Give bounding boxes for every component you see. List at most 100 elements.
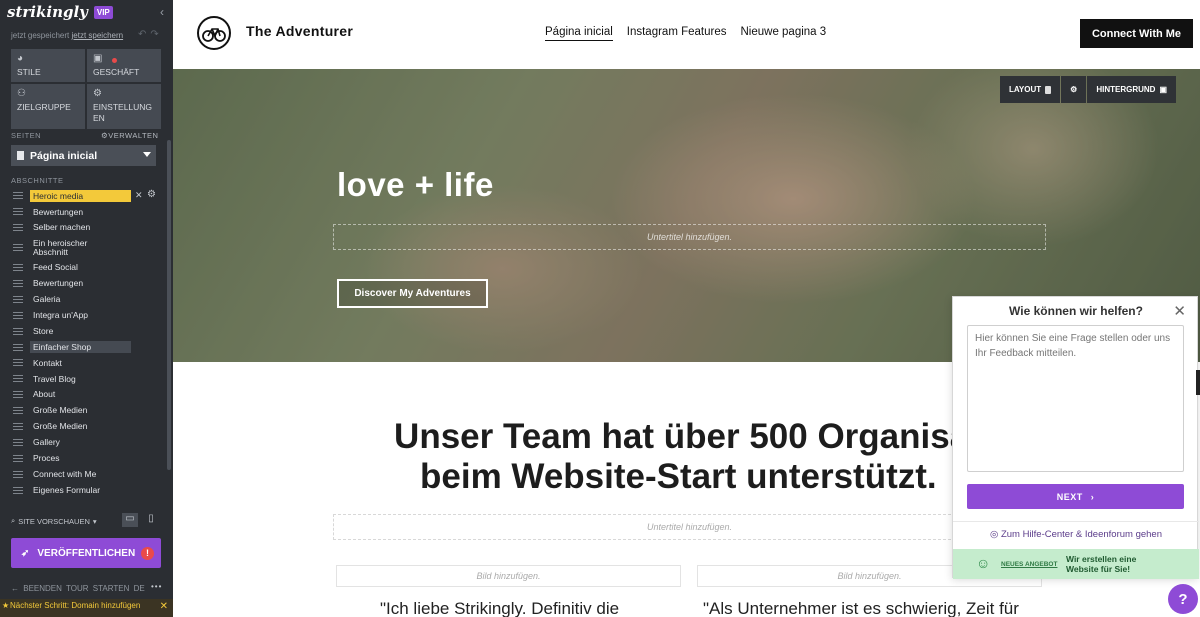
drag-handle-icon[interactable]: [13, 486, 23, 494]
page-selector[interactable]: Página inicial: [11, 145, 156, 166]
drag-handle-icon[interactable]: [13, 407, 23, 415]
nav-link-page3[interactable]: Nieuwe pagina 3: [740, 26, 826, 41]
scroll-marker: [1196, 370, 1200, 395]
offer-text: Wir erstellen eine Website für Sie!: [1066, 554, 1137, 574]
connect-button[interactable]: Connect With Me: [1080, 19, 1193, 48]
store-button[interactable]: ▣ GESCHÄFT: [87, 49, 161, 82]
image-placeholder[interactable]: Bild hinzufügen.: [336, 565, 681, 587]
drag-handle-icon[interactable]: [13, 244, 23, 252]
background-button[interactable]: HINTERGRUND ▣: [1087, 76, 1176, 103]
drag-handle-icon[interactable]: [13, 375, 23, 383]
section-item[interactable]: Gallery: [11, 434, 161, 450]
section-item[interactable]: Bewertungen: [11, 204, 161, 220]
help-button[interactable]: ?: [1168, 584, 1198, 614]
pages-heading: SEITEN: [11, 131, 42, 140]
section-item[interactable]: Einfacher Shop: [11, 339, 161, 355]
drag-handle-icon[interactable]: [13, 208, 23, 216]
section-item[interactable]: Connect with Me: [11, 466, 161, 482]
section-item[interactable]: Eigenes Formular: [11, 482, 161, 498]
mobile-icon[interactable]: ▯: [143, 513, 159, 527]
more-icon[interactable]: •••: [151, 582, 162, 591]
notification-dot: [112, 58, 117, 63]
nav-link-instagram[interactable]: Instagram Features: [627, 26, 727, 41]
section-item[interactable]: Travel Blog: [11, 371, 161, 387]
drag-handle-icon[interactable]: [13, 438, 23, 446]
testimonial-quote[interactable]: "Als Unternehmer ist es schwierig, Zeit …: [703, 599, 1019, 617]
drag-handle-icon[interactable]: [13, 359, 23, 367]
section-item[interactable]: Große Medien: [11, 403, 161, 419]
site-title[interactable]: The Adventurer: [246, 23, 353, 39]
drag-handle-icon[interactable]: [13, 454, 23, 462]
person-icon: ☺: [976, 555, 991, 571]
chevron-down-icon: [143, 152, 151, 157]
layout-button[interactable]: LAYOUT: [1000, 76, 1061, 103]
section-item[interactable]: Bewertungen: [11, 276, 161, 292]
desktop-icon[interactable]: ▭: [122, 513, 138, 527]
help-center-link[interactable]: ◎ Zum Hilfe-Center & Ideenforum gehen: [953, 529, 1199, 540]
audience-button[interactable]: ⚇ ZIELGRUPPE: [11, 84, 85, 129]
bicycle-icon[interactable]: [197, 16, 231, 50]
manage-label: VERWALTEN: [108, 131, 159, 140]
section-item[interactable]: Große Medien: [11, 419, 161, 435]
sidebar-scrollbar[interactable]: [167, 140, 171, 470]
drag-handle-icon[interactable]: [13, 470, 23, 478]
sections-heading: ABSCHNITTE: [11, 176, 64, 185]
next-label: NEXT: [1056, 491, 1083, 502]
styles-button[interactable]: ◕ STILE: [11, 49, 85, 82]
drag-handle-icon[interactable]: [13, 280, 23, 287]
drag-handle-icon[interactable]: [13, 327, 23, 335]
close-icon[interactable]: ✕: [1173, 302, 1186, 320]
section-item[interactable]: Heroic media ✕ ⚙: [11, 188, 161, 204]
subtitle-placeholder[interactable]: Untertitel hinzufügen.: [333, 514, 1046, 540]
hero-title[interactable]: love + life: [337, 166, 494, 204]
hero-subtitle-placeholder[interactable]: Untertitel hinzufügen.: [333, 224, 1046, 250]
section-list: Heroic media ✕ ⚙ Bewertungen Selber machen…: [11, 188, 161, 498]
section-item[interactable]: Selber machen: [11, 220, 161, 236]
testimonial-quote[interactable]: "Ich liebe Strikingly. Definitiv die: [380, 599, 619, 617]
language-link[interactable]: DE: [134, 584, 145, 593]
drag-handle-icon[interactable]: [13, 391, 23, 399]
section-item[interactable]: Integra un'App: [11, 307, 161, 323]
drag-handle-icon[interactable]: [13, 224, 23, 232]
drag-handle-icon[interactable]: [13, 311, 23, 319]
drag-handle-icon[interactable]: [13, 192, 23, 200]
section-settings-button[interactable]: ⚙: [1061, 76, 1087, 103]
next-button[interactable]: NEXT ›: [967, 484, 1184, 509]
section-item[interactable]: Ein heroischer Abschnitt: [11, 236, 161, 260]
settings-button[interactable]: ⚙ EINSTELLUNG EN: [87, 84, 161, 129]
star-icon: ★: [2, 601, 10, 610]
collapse-sidebar-icon[interactable]: ‹: [160, 5, 164, 19]
drag-handle-icon[interactable]: [13, 264, 23, 272]
section-item[interactable]: Proces: [11, 450, 161, 466]
next-step-banner[interactable]: ★ Nächster Schritt: Domain hinzufügen ✕: [0, 599, 173, 617]
publish-button[interactable]: ➶ VERÖFFENTLICHEN !: [11, 538, 161, 568]
end-tour-link[interactable]: BEENDEN: [23, 584, 62, 593]
new-offer-banner[interactable]: ☺ NEUES ANGEBOT Wir erstellen eine Websi…: [953, 549, 1199, 579]
warning-badge: !: [141, 547, 154, 560]
section-item[interactable]: Kontakt: [11, 355, 161, 371]
drag-handle-icon[interactable]: [13, 423, 23, 431]
manage-pages-link[interactable]: ⚙VERWALTEN: [101, 131, 158, 140]
gear-icon[interactable]: ⚙: [147, 189, 156, 200]
section-item[interactable]: Feed Social: [11, 260, 161, 276]
section-item[interactable]: Galeria: [11, 291, 161, 307]
close-icon[interactable]: ✕: [135, 190, 143, 201]
audience-label: ZIELGRUPPE: [17, 102, 71, 112]
start-tour-link[interactable]: TOUR STARTEN: [66, 584, 129, 593]
editor-sidebar: strikingly VIP ‹ jetzt gespeichert jetzt…: [0, 0, 173, 617]
site-preview-dropdown[interactable]: ⌕ SITE VORSCHAUEN ▾: [11, 516, 97, 526]
help-question-input[interactable]: [967, 325, 1184, 472]
next-step-text: Nächster Schritt: Domain hinzufügen: [10, 601, 141, 610]
undo-redo-icon[interactable]: ↶↷: [138, 29, 163, 40]
drag-handle-icon[interactable]: [13, 343, 23, 351]
save-now-link[interactable]: jetzt speichern: [72, 31, 124, 40]
discover-button[interactable]: Discover My Adventures: [337, 279, 488, 308]
vip-badge: VIP: [93, 5, 113, 19]
close-icon[interactable]: ✕: [160, 602, 168, 612]
drag-handle-icon[interactable]: [13, 295, 23, 303]
save-status: jetzt gespeichert jetzt speichern: [11, 31, 123, 40]
image-icon: ▣: [1159, 85, 1167, 94]
section-item[interactable]: About: [11, 387, 161, 403]
nav-link-home[interactable]: Página inicial: [545, 26, 613, 41]
section-item[interactable]: Store: [11, 323, 161, 339]
